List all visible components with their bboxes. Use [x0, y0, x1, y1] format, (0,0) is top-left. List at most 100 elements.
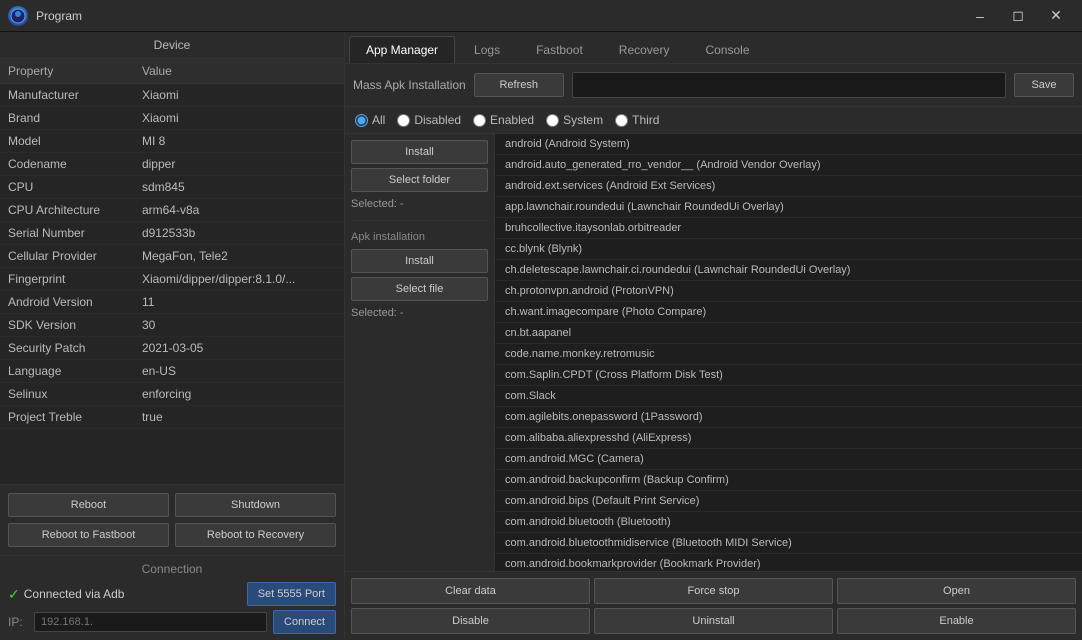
select-folder-button[interactable]: Select folder [351, 168, 488, 192]
minimize-button[interactable]: – [962, 2, 998, 30]
tab-fastboot[interactable]: Fastboot [519, 36, 600, 63]
app-list-item[interactable]: com.Saplin.CPDT (Cross Platform Disk Tes… [495, 365, 1082, 386]
content-row: Install Select folder Selected: - Apk in… [345, 134, 1082, 571]
app-manager-panel: Mass Apk Installation Refresh Save All D… [345, 64, 1082, 640]
app-list-item[interactable]: com.android.bluetooth (Bluetooth) [495, 512, 1082, 533]
reboot-fastboot-button[interactable]: Reboot to Fastboot [8, 523, 169, 547]
value-cell: Xiaomi/dipper/dipper:8.1.0/... [134, 268, 344, 291]
app-list-item[interactable]: com.android.bookmarkprovider (Bookmark P… [495, 554, 1082, 571]
app-title: Program [36, 9, 962, 23]
ip-row: IP: Connect [8, 610, 336, 634]
select-file-button[interactable]: Select file [351, 277, 488, 301]
tab-bar: App Manager Logs Fastboot Recovery Conso… [345, 32, 1082, 64]
app-list-item[interactable]: cc.blynk (Blynk) [495, 239, 1082, 260]
property-cell: CPU [0, 176, 134, 199]
property-cell: Language [0, 360, 134, 383]
device-action-buttons: Reboot Shutdown Reboot to Fastboot Reboo… [0, 484, 344, 555]
app-list-item[interactable]: bruhcollective.itaysonlab.orbitreader [495, 218, 1082, 239]
open-button[interactable]: Open [837, 578, 1076, 604]
tab-console[interactable]: Console [688, 36, 766, 63]
left-controls: Install Select folder Selected: - Apk in… [345, 134, 495, 571]
table-row: Security Patch2021-03-05 [0, 337, 344, 360]
left-panel: Device Property Value ManufacturerXiaomi… [0, 32, 345, 640]
app-list-item[interactable]: ch.want.imagecompare (Photo Compare) [495, 302, 1082, 323]
table-row: BrandXiaomi [0, 107, 344, 130]
window-controls: – ◻ ✕ [962, 2, 1074, 30]
app-list-item[interactable]: com.android.MGC (Camera) [495, 449, 1082, 470]
set-port-button[interactable]: Set 5555 Port [247, 582, 336, 606]
table-row: ModelMI 8 [0, 130, 344, 153]
app-list-item[interactable]: com.alibaba.aliexpresshd (AliExpress) [495, 428, 1082, 449]
app-list-item[interactable]: com.android.bluetoothmidiservice (Blueto… [495, 533, 1082, 554]
value-cell: dipper [134, 153, 344, 176]
device-panel-header: Device [0, 32, 344, 59]
value-cell: 2021-03-05 [134, 337, 344, 360]
tab-app-manager[interactable]: App Manager [349, 36, 455, 63]
table-row: Cellular ProviderMegaFon, Tele2 [0, 245, 344, 268]
save-button[interactable]: Save [1014, 73, 1074, 97]
apk-install-label: Apk installation [351, 229, 488, 245]
app-list-item[interactable]: app.lawnchair.roundedui (Lawnchair Round… [495, 197, 1082, 218]
filter-third[interactable]: Third [615, 113, 659, 127]
property-cell: Manufacturer [0, 84, 134, 107]
disable-button[interactable]: Disable [351, 608, 590, 634]
shutdown-button[interactable]: Shutdown [175, 493, 336, 517]
connect-button[interactable]: Connect [273, 610, 336, 634]
clear-data-button[interactable]: Clear data [351, 578, 590, 604]
app-list-item[interactable]: code.name.monkey.retromusic [495, 344, 1082, 365]
app-list-item[interactable]: com.Slack [495, 386, 1082, 407]
app-list-item[interactable]: android (Android System) [495, 134, 1082, 155]
property-cell: Security Patch [0, 337, 134, 360]
ip-input[interactable] [34, 612, 267, 632]
value-cell: MI 8 [134, 130, 344, 153]
table-row: ManufacturerXiaomi [0, 84, 344, 107]
property-cell: Android Version [0, 291, 134, 314]
table-row: FingerprintXiaomi/dipper/dipper:8.1.0/..… [0, 268, 344, 291]
reboot-recovery-button[interactable]: Reboot to Recovery [175, 523, 336, 547]
property-cell: Fingerprint [0, 268, 134, 291]
app-logo [8, 6, 28, 26]
app-list-item[interactable]: ch.deletescape.lawnchair.ci.roundedui (L… [495, 260, 1082, 281]
reboot-button[interactable]: Reboot [8, 493, 169, 517]
value-cell: d912533b [134, 222, 344, 245]
app-list-item[interactable]: android.ext.services (Android Ext Servic… [495, 176, 1082, 197]
value-cell: true [134, 406, 344, 429]
app-list-item[interactable]: com.android.bips (Default Print Service) [495, 491, 1082, 512]
app-list-item[interactable]: com.android.backupconfirm (Backup Confir… [495, 470, 1082, 491]
refresh-button[interactable]: Refresh [474, 73, 564, 97]
property-cell: Cellular Provider [0, 245, 134, 268]
filter-all[interactable]: All [355, 113, 385, 127]
close-button[interactable]: ✕ [1038, 2, 1074, 30]
app-list-item[interactable]: com.agilebits.onepassword (1Password) [495, 407, 1082, 428]
filter-disabled[interactable]: Disabled [397, 113, 461, 127]
tab-recovery[interactable]: Recovery [602, 36, 687, 63]
value-cell: 11 [134, 291, 344, 314]
connection-status-row: ✓ Connected via Adb Set 5555 Port [8, 582, 336, 606]
property-column-header: Property [0, 59, 134, 84]
app-list-item[interactable]: android.auto_generated_rro_vendor__ (And… [495, 155, 1082, 176]
maximize-button[interactable]: ◻ [1000, 2, 1036, 30]
property-cell: CPU Architecture [0, 199, 134, 222]
property-cell: Codename [0, 153, 134, 176]
value-column-header: Value [134, 59, 344, 84]
tab-logs[interactable]: Logs [457, 36, 517, 63]
value-cell: enforcing [134, 383, 344, 406]
table-row: CPUsdm845 [0, 176, 344, 199]
selected-label-1: Selected: - [351, 196, 488, 212]
mass-install-button[interactable]: Install [351, 140, 488, 164]
table-row: SDK Version30 [0, 314, 344, 337]
filter-system[interactable]: System [546, 113, 603, 127]
table-row: Selinuxenforcing [0, 383, 344, 406]
enable-button[interactable]: Enable [837, 608, 1076, 634]
search-input[interactable] [572, 72, 1006, 98]
table-row: Project Trebletrue [0, 406, 344, 429]
title-bar: Program – ◻ ✕ [0, 0, 1082, 32]
app-list-item[interactable]: cn.bt.aapanel [495, 323, 1082, 344]
apk-install-button[interactable]: Install [351, 249, 488, 273]
force-stop-button[interactable]: Force stop [594, 578, 833, 604]
uninstall-button[interactable]: Uninstall [594, 608, 833, 634]
filter-enabled[interactable]: Enabled [473, 113, 534, 127]
filter-radio-row: All Disabled Enabled System Third [345, 107, 1082, 134]
app-list-item[interactable]: ch.protonvpn.android (ProtonVPN) [495, 281, 1082, 302]
right-panel: App Manager Logs Fastboot Recovery Conso… [345, 32, 1082, 640]
